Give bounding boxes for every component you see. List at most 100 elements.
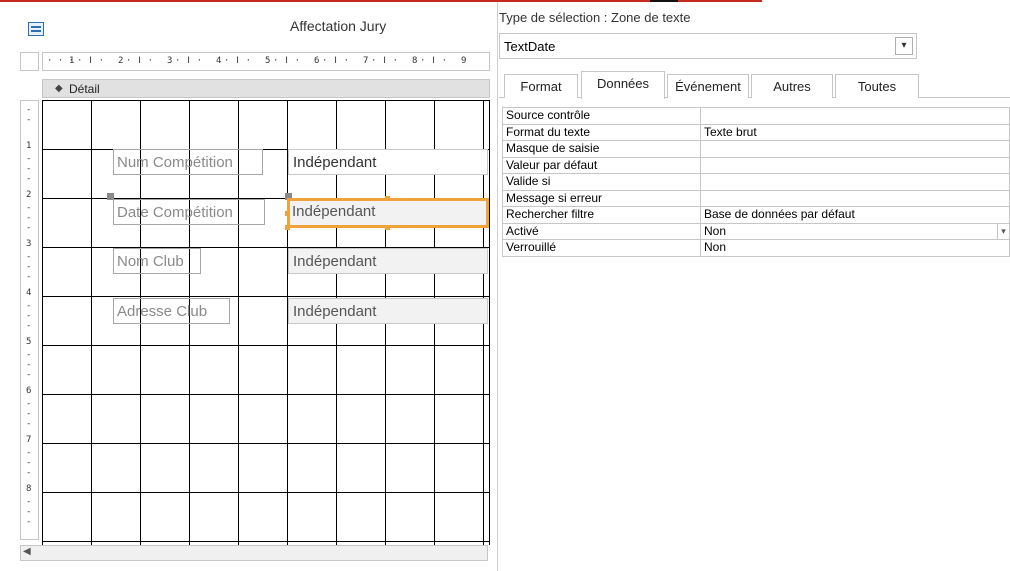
selection-type-label: Type de sélection : Zone de texte (499, 10, 691, 25)
property-value[interactable] (700, 140, 1010, 158)
ruler-minor-ticks: · ǀ · (77, 56, 105, 66)
label-nom-club[interactable]: Nom Club (113, 248, 201, 274)
property-value[interactable] (700, 189, 1010, 207)
label-date-competition[interactable]: Date Compétition (113, 199, 265, 225)
property-name: Source contrôle (502, 107, 701, 125)
property-row[interactable]: Source contrôle (502, 107, 1010, 125)
label-adresse-club[interactable]: Adresse Club (113, 298, 230, 324)
resize-handle[interactable] (285, 211, 290, 216)
ruler-mark: 2 (118, 56, 124, 66)
ruler-mark: 3 (167, 56, 173, 66)
property-row[interactable]: Format du texte Texte brut (502, 123, 1010, 141)
ruler-mark: 2 (26, 190, 32, 200)
section-label: Détail (69, 82, 100, 96)
textbox-num-competition[interactable]: Indépendant (288, 149, 488, 175)
ruler-minor-ticks: --- (26, 497, 32, 527)
ruler-minor-ticks: --- (26, 203, 32, 233)
tab-toutes[interactable]: Toutes (835, 74, 919, 98)
tab-donnees[interactable]: Données (581, 71, 665, 99)
property-name: Valeur par défaut (502, 156, 701, 174)
property-value[interactable]: Non (700, 239, 1010, 257)
property-row[interactable]: Valide si (502, 173, 1010, 191)
detail-grid-canvas[interactable]: Num Compétition Indépendant Date Compéti… (42, 100, 490, 545)
tab-label: Autres (773, 79, 811, 94)
textbox-text: Indépendant (292, 203, 376, 220)
label-text: Num Compétition (117, 154, 233, 171)
textbox-text: Indépendant (293, 154, 377, 171)
chevron-down-icon[interactable]: ▾ (997, 223, 1009, 239)
textbox-date-competition[interactable]: Indépendant (287, 198, 489, 228)
resize-handle[interactable] (385, 225, 390, 230)
ruler-minor-ticks: · ǀ · (273, 56, 301, 66)
label-num-competition[interactable]: Num Compétition (113, 149, 263, 175)
horizontal-scrollbar[interactable]: ◀ (20, 545, 488, 561)
ruler-minor-ticks: · ǀ · (322, 56, 350, 66)
property-name: Activé (502, 222, 701, 240)
ruler-minor-ticks: · ǀ · (126, 56, 154, 66)
ruler-mark: 8 (412, 56, 418, 66)
ruler-minor-ticks: --- (26, 448, 32, 478)
property-row[interactable]: Activé Non ▾ (502, 222, 1010, 240)
property-tabs: Format Données Événement Autres Toutes (499, 71, 1010, 99)
ruler-mark: 5 (265, 56, 271, 66)
resize-handle[interactable] (385, 196, 390, 201)
label-text: Adresse Club (117, 303, 208, 320)
label-text: Nom Club (117, 253, 184, 270)
property-value[interactable] (700, 173, 1010, 191)
scroll-left-icon[interactable]: ◀ (23, 546, 31, 557)
vertical-ruler[interactable]: -- 1 --- 2 --- 3 --- 4 --- 5 --- 6 --- 7… (20, 100, 39, 540)
property-value: Non (704, 223, 727, 238)
property-row[interactable]: Valeur par défaut (502, 156, 1010, 174)
chevron-down-icon[interactable]: ▾ (895, 37, 913, 55)
tab-label: Format (520, 79, 562, 94)
property-name: Valide si (502, 173, 701, 191)
property-name: Format du texte (502, 123, 701, 141)
ruler-mark: 6 (314, 56, 320, 66)
property-row[interactable]: Rechercher filtre Base de données par dé… (502, 206, 1010, 224)
ruler-mark: 5 (26, 337, 32, 347)
property-name: Rechercher filtre (502, 206, 701, 224)
property-name: Masque de saisie (502, 140, 701, 158)
property-row[interactable]: Masque de saisie (502, 140, 1010, 158)
form-title: Affectation Jury (290, 18, 387, 34)
property-row[interactable]: Message si erreur (502, 189, 1010, 207)
tab-label: Événement (675, 79, 741, 94)
ruler-mark: 6 (26, 386, 32, 396)
ruler-minor-ticks: · ǀ · (371, 56, 399, 66)
tab-evenement[interactable]: Événement (667, 74, 749, 98)
property-value[interactable] (700, 107, 1010, 125)
ruler-mark: 1 (69, 56, 75, 66)
resize-handle[interactable] (285, 225, 290, 230)
property-name: Verrouillé (502, 239, 701, 257)
property-row[interactable]: Verrouillé Non (502, 239, 1010, 257)
property-value[interactable] (700, 156, 1010, 174)
textbox-adresse-club[interactable]: Indépendant (288, 298, 488, 324)
property-value-dropdown[interactable]: Non ▾ (700, 222, 1010, 240)
ruler-minor-ticks: --- (26, 154, 32, 184)
ruler-mark: 8 (26, 484, 32, 494)
ruler-mark: 7 (363, 56, 369, 66)
textbox-nom-club[interactable]: Indépendant (288, 248, 488, 274)
property-value[interactable]: Base de données par défaut (700, 206, 1010, 224)
ruler-minor-ticks: --- (26, 252, 32, 282)
object-selector-dropdown[interactable]: TextDate ▾ (499, 33, 917, 59)
label-text: Date Compétition (117, 204, 233, 221)
property-value[interactable]: Texte brut (700, 123, 1010, 141)
property-grid: Source contrôle Format du texte Texte br… (502, 107, 1010, 257)
ruler-mark: 7 (26, 435, 32, 445)
object-selector-value: TextDate (504, 39, 556, 54)
ruler-mark: 1 (26, 141, 32, 151)
tab-label: Données (596, 76, 650, 91)
ruler-mark: 9 (461, 56, 467, 66)
detail-section-bar[interactable]: ◆ Détail (42, 79, 490, 98)
textbox-text: Indépendant (293, 303, 377, 320)
horizontal-ruler[interactable]: · · · 1 · ǀ · 2 · ǀ · 3 · ǀ · 4 · ǀ · 5 … (42, 52, 490, 71)
tab-format[interactable]: Format (504, 74, 578, 98)
ruler-corner-selector[interactable] (20, 52, 39, 71)
ruler-mark: 3 (26, 239, 32, 249)
ruler-mark: 4 (216, 56, 222, 66)
tab-label: Toutes (857, 79, 897, 94)
ruler-minor-ticks: · ǀ · (175, 56, 203, 66)
form-icon (28, 22, 44, 36)
tab-autres[interactable]: Autres (751, 74, 833, 98)
